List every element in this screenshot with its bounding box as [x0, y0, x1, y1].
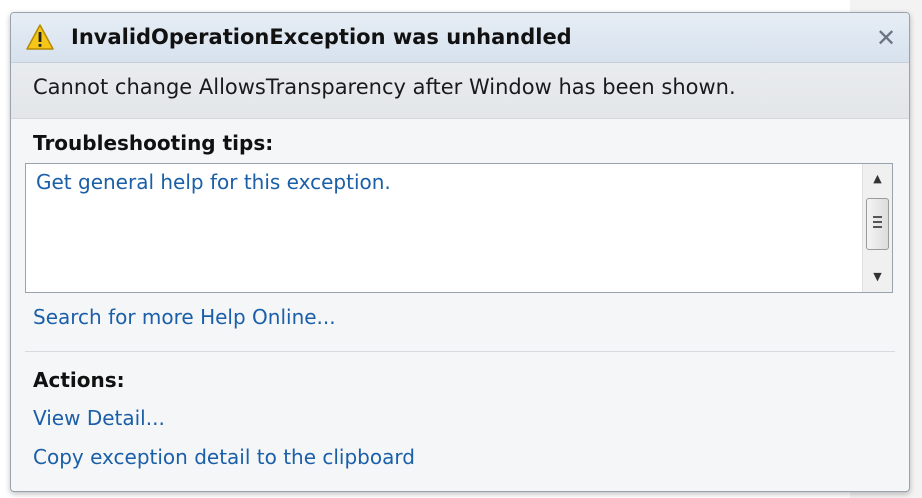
warning-icon: [25, 23, 55, 51]
dialog-title: InvalidOperationException was unhandled: [71, 25, 572, 49]
exception-message-band: Cannot change AllowsTransparency after W…: [11, 63, 909, 119]
close-icon[interactable]: ✕: [873, 25, 899, 51]
general-help-link[interactable]: Get general help for this exception.: [36, 170, 391, 194]
scroll-thumb[interactable]: [866, 198, 889, 250]
title-bar: InvalidOperationException was unhandled …: [11, 13, 909, 63]
grip-line: [873, 216, 882, 218]
copy-exception-link[interactable]: Copy exception detail to the clipboard: [33, 445, 415, 469]
view-detail-link[interactable]: View Detail...: [33, 406, 165, 430]
actions-heading: Actions:: [33, 368, 125, 392]
scroll-up-icon[interactable]: ▲: [863, 168, 892, 190]
exception-message: Cannot change AllowsTransparency after W…: [33, 75, 736, 99]
grip-line: [873, 221, 882, 223]
search-help-online-link[interactable]: Search for more Help Online...: [33, 305, 336, 329]
exception-assistant-dialog: InvalidOperationException was unhandled …: [10, 12, 910, 492]
background-window-edge: [0, 0, 10, 498]
troubleshooting-tips-list: Get general help for this exception. ▲ ▼: [25, 163, 893, 293]
scroll-down-icon[interactable]: ▼: [863, 266, 892, 288]
troubleshooting-heading: Troubleshooting tips:: [33, 131, 274, 155]
grip-line: [873, 226, 882, 228]
tips-scrollbar[interactable]: ▲ ▼: [862, 164, 892, 292]
section-divider: [25, 351, 895, 352]
